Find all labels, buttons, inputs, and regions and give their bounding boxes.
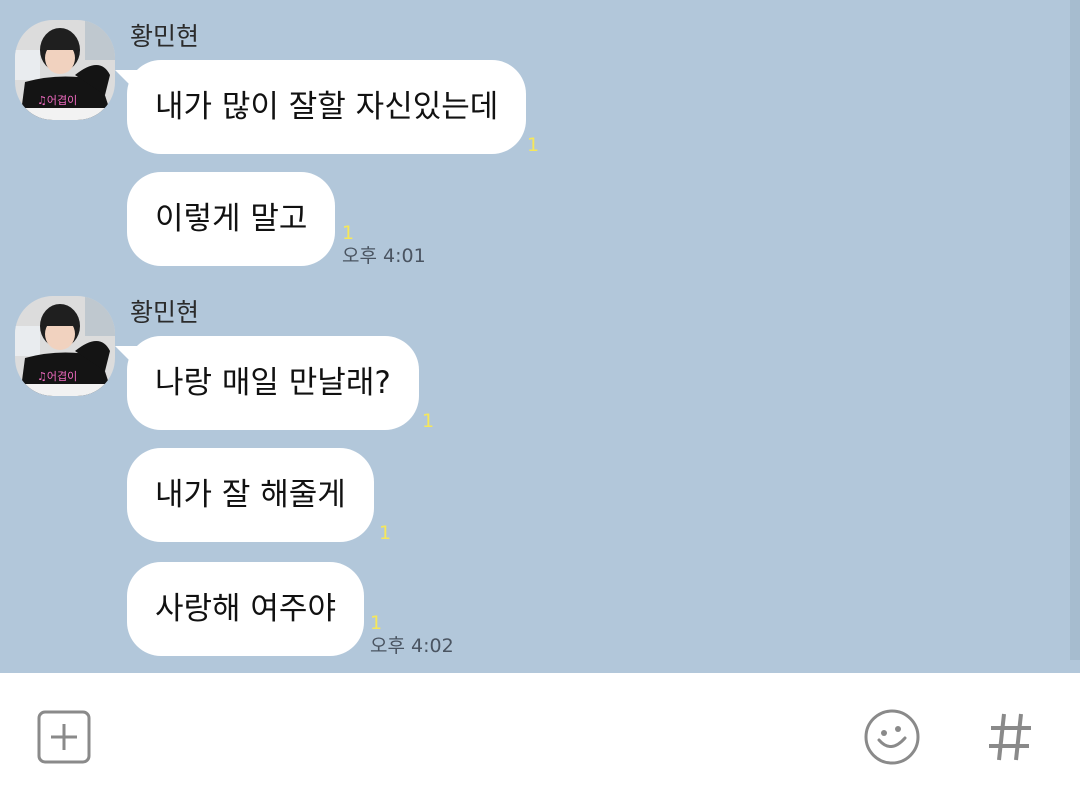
hashtag-search-button[interactable] (982, 709, 1038, 765)
unread-count: 1 (527, 134, 540, 156)
message-time: 오후 4:01 (342, 245, 426, 267)
unread-count: 1 (379, 522, 392, 544)
unread-count: 1 (370, 612, 383, 634)
avatar-photo: ♫어겹이 (15, 296, 115, 396)
message-time: 오후 4:02 (370, 635, 454, 657)
hashtag-icon (989, 713, 1031, 761)
message-text: 이렇게 말고 (155, 201, 308, 237)
message-text: 내가 잘 해줄게 (155, 477, 346, 513)
chat-area[interactable]: ♫어겹이 황민현 내가 많이 잘할 자신있는데 1 이렇게 말고 1 오후 4:… (0, 0, 1080, 673)
message-bubble[interactable]: 이렇게 말고 (127, 172, 336, 266)
avatar[interactable]: ♫어겹이 (15, 296, 115, 396)
svg-text:♫어겹이: ♫어겹이 (37, 94, 77, 107)
avatar-photo: ♫어겹이 (15, 20, 115, 120)
message-bubble[interactable]: 사랑해 여주야 (127, 562, 364, 656)
unread-count: 1 (422, 410, 435, 432)
message-text: 내가 많이 잘할 자신있는데 (155, 89, 499, 125)
scrollbar[interactable] (1070, 0, 1080, 660)
avatar[interactable]: ♫어겹이 (15, 20, 115, 120)
emoticon-button[interactable] (862, 707, 922, 767)
message-bubble[interactable]: 나랑 매일 만날래? (115, 336, 419, 430)
sender-name: 황민현 (130, 298, 200, 327)
message-bubble[interactable]: 내가 잘 해줄게 (127, 448, 374, 542)
message-text: 나랑 매일 만날래? (155, 365, 391, 401)
unread-count: 1 (342, 222, 355, 244)
message-bubble[interactable]: 내가 많이 잘할 자신있는데 (114, 60, 527, 154)
add-attachment-button[interactable] (34, 709, 94, 765)
smiley-icon (864, 709, 920, 765)
svg-text:♫어겹이: ♫어겹이 (37, 370, 77, 383)
message-input-bar[interactable] (0, 673, 1080, 800)
message-text: 사랑해 여주야 (155, 591, 336, 627)
sender-name: 황민현 (130, 22, 200, 51)
plus-square-icon (37, 710, 91, 764)
